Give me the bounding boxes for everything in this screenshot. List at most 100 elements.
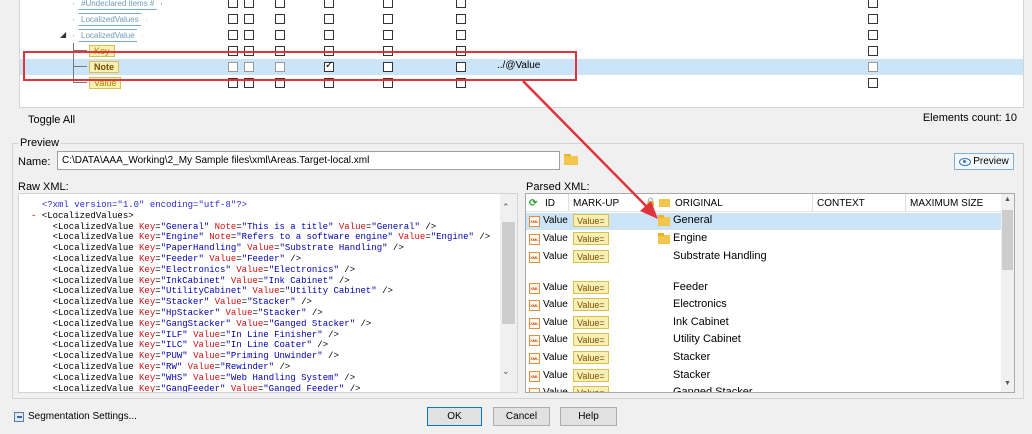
element-tag[interactable]: #Undeclared items # [73, 0, 162, 10]
browse-folder-icon[interactable] [563, 153, 579, 167]
tree-row[interactable]: LocalizedValue ◢ [20, 27, 1023, 43]
checkbox[interactable] [275, 30, 285, 40]
parsed-scroll-thumb[interactable] [1002, 210, 1013, 270]
toggle-all-link[interactable]: Toggle All [28, 114, 75, 126]
scroll-up-icon[interactable]: ▲ [1004, 196, 1011, 203]
column-markup[interactable]: MARK-UP [573, 198, 619, 209]
parsed-row[interactable]: XML Value Value= Ink Cabinet [526, 315, 1002, 332]
parsed-row[interactable]: XML Value Value= Engine [526, 231, 1002, 248]
tree-row[interactable]: LocalizedValues [20, 11, 1023, 27]
checkbox[interactable] [244, 14, 254, 24]
checkbox[interactable] [383, 30, 393, 40]
checkbox[interactable] [868, 0, 878, 8]
xml-file-icon: XML [529, 371, 540, 382]
markup-tag: Value= [573, 250, 609, 263]
folder-icon [659, 199, 670, 207]
checkbox[interactable] [324, 0, 334, 8]
xml-file-icon: XML [529, 353, 540, 364]
markup-tag: Value= [573, 386, 609, 392]
column-separator [905, 194, 906, 212]
folder-icon [658, 233, 670, 244]
checkbox[interactable] [324, 14, 334, 24]
original-text: Engine [673, 232, 708, 244]
parsed-row[interactable]: XML Value Value= Stacker [526, 350, 1002, 367]
parsed-row[interactable]: XMLValue Value= Ganged Stacker [526, 385, 1002, 392]
checkbox[interactable] [456, 14, 466, 24]
xml-file-icon: XML [529, 318, 540, 329]
checkbox[interactable] [868, 78, 878, 88]
column-max-size[interactable]: MAXIMUM SIZE [910, 198, 983, 209]
xml-file-icon: XML [529, 216, 540, 227]
checkbox[interactable] [324, 30, 334, 40]
cancel-button[interactable]: Cancel [493, 407, 550, 426]
checkbox[interactable] [228, 30, 238, 40]
parsed-row[interactable]: XML Value Value= Utility Cabinet [526, 332, 1002, 349]
dialog-footer: Segmentation Settings... OK Cancel Help [0, 401, 1032, 434]
parsed-row[interactable]: XML Value Value= General [526, 213, 1002, 230]
parsed-row[interactable]: XML Value Value= Stacker [526, 368, 1002, 385]
scroll-down-icon[interactable]: ▼ [1004, 380, 1011, 387]
column-context[interactable]: CONTEXT [817, 198, 865, 209]
refresh-icon[interactable]: ⟳ [529, 198, 537, 209]
original-text: Substrate Handling [673, 250, 767, 262]
checkbox[interactable] [456, 30, 466, 40]
original-text: Utility Cabinet [673, 333, 741, 345]
help-button[interactable]: Help [560, 407, 617, 426]
column-original[interactable]: ORIGINAL [675, 198, 723, 209]
checkbox[interactable] [228, 14, 238, 24]
parsed-row[interactable]: XML Value Value= Electronics [526, 297, 1002, 314]
segmentation-settings-label: Segmentation Settings... [28, 411, 137, 422]
checkbox[interactable] [275, 14, 285, 24]
column-separator [812, 194, 813, 212]
checkbox[interactable] [456, 0, 466, 8]
raw-xml-scrollbar[interactable]: ⌃ ⌄ [500, 194, 517, 392]
original-text: Stacker [673, 351, 711, 363]
checkbox[interactable] [383, 14, 393, 24]
parsed-id: Value [543, 233, 568, 244]
element-tag[interactable]: LocalizedValue [73, 29, 143, 42]
original-text: Stacker [673, 369, 711, 381]
elements-count: Elements count: 10 [922, 112, 1017, 124]
ok-button[interactable]: OK [427, 407, 482, 426]
markup-tag: Value= [573, 232, 609, 245]
xml-file-icon: XML [529, 283, 540, 294]
raw-scroll-thumb[interactable] [502, 222, 515, 324]
collapse-triangle-icon[interactable]: ◢ [60, 30, 66, 39]
xml-file-icon: XML [529, 388, 540, 392]
name-label: Name: [18, 156, 51, 168]
tree-connector [73, 82, 87, 83]
markup-tag: Value= [573, 316, 609, 329]
parsed-id: Value [543, 317, 568, 328]
checkbox[interactable] [228, 0, 238, 8]
scroll-up-icon[interactable]: ⌃ [502, 202, 510, 213]
preview-button[interactable]: Preview [954, 153, 1014, 170]
checkbox[interactable] [275, 0, 285, 8]
checkbox[interactable] [383, 0, 393, 8]
xml-file-icon: XML [529, 335, 540, 346]
parsed-id: Value [543, 352, 568, 363]
raw-xml-panel[interactable]: <?xml version="1.0" encoding="utf-8"?> -… [18, 193, 518, 393]
scroll-down-icon[interactable]: ⌄ [502, 366, 510, 377]
folder-icon [658, 215, 670, 226]
markup-tag: Value= [573, 333, 609, 346]
checkbox[interactable] [868, 46, 878, 56]
checkbox[interactable] [244, 0, 254, 8]
original-text: Electronics [673, 298, 727, 310]
parsed-row[interactable]: XML Value Value= Feeder [526, 280, 1002, 297]
file-name-field[interactable] [57, 151, 560, 170]
settings-icon [14, 411, 24, 422]
checkbox[interactable] [868, 62, 878, 72]
element-tag[interactable]: LocalizedValues [73, 13, 147, 26]
column-id[interactable]: ID [545, 198, 555, 209]
parsed-scrollbar[interactable]: ▲ ▼ [1001, 194, 1014, 392]
tree-row[interactable]: #Undeclared items # [20, 0, 1023, 11]
checkbox[interactable] [868, 30, 878, 40]
markup-tag: Value= [573, 369, 609, 382]
parsed-id: Value [543, 334, 568, 345]
parsed-row[interactable]: XML Value Value= Substrate Handling [526, 249, 1002, 266]
segmentation-settings-link[interactable]: Segmentation Settings... [14, 411, 137, 422]
checkbox[interactable] [868, 14, 878, 24]
parsed-xml-grid[interactable]: ⟳ ID MARK-UP 🔒 ORIGINAL CONTEXT MAXIMUM … [525, 193, 1015, 393]
checkbox[interactable] [244, 30, 254, 40]
lock-icon: 🔒 [645, 197, 657, 207]
